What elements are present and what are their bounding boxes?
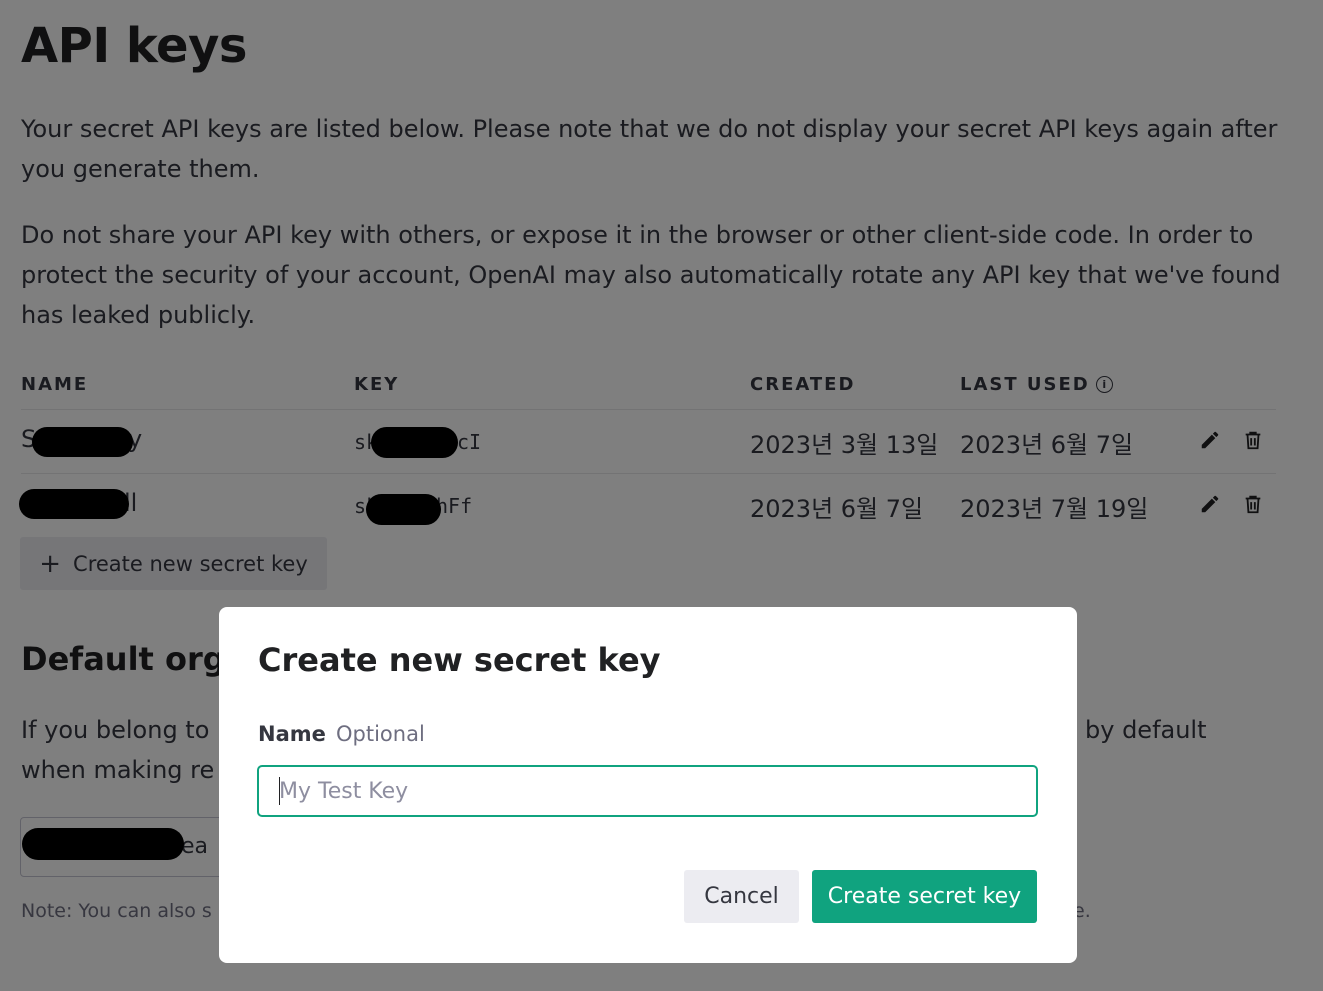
create-secret-key-dialog: Create new secret key Name Optional Canc…	[219, 607, 1077, 963]
dialog-title: Create new secret key	[258, 641, 661, 679]
name-field-label: Name	[258, 722, 326, 746]
cancel-button[interactable]: Cancel	[684, 870, 799, 923]
key-name-input[interactable]	[257, 765, 1038, 817]
optional-label: Optional	[336, 722, 425, 746]
create-secret-key-button[interactable]: Create secret key	[812, 870, 1037, 923]
text-cursor	[279, 777, 280, 805]
